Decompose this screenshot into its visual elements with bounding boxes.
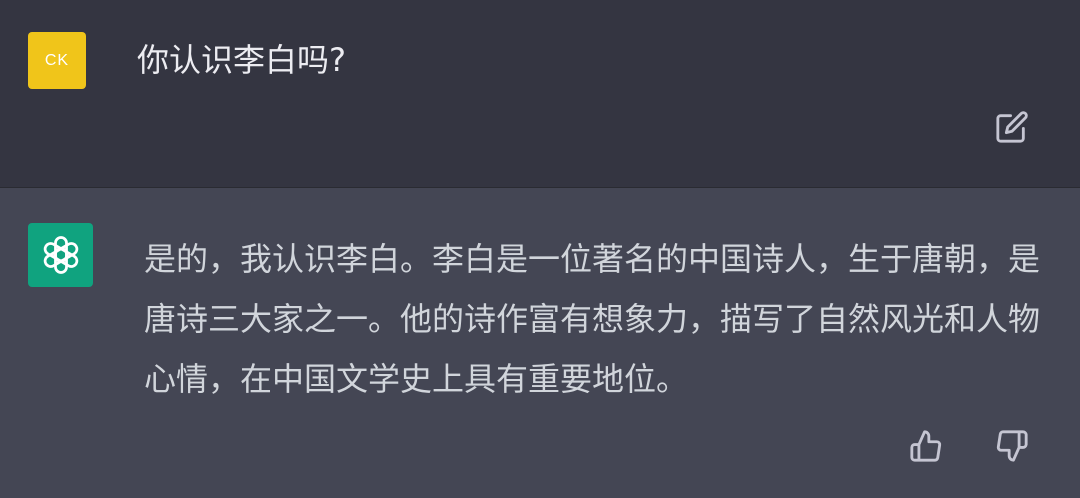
thumbs-down-button[interactable] (990, 424, 1034, 468)
user-message-text: 你认识李白吗? (137, 41, 346, 79)
thumbs-up-icon (910, 430, 942, 462)
assistant-avatar (28, 223, 93, 287)
openai-logo-icon (43, 236, 78, 274)
thumbs-down-icon (996, 430, 1028, 462)
thumbs-up-button[interactable] (904, 424, 948, 468)
assistant-message-text: 是的，我认识李白。李白是一位著名的中国诗人，生于唐朝，是唐诗三大家之一。他的诗作… (144, 240, 1041, 398)
edit-icon (996, 111, 1028, 143)
user-avatar: CK (28, 32, 86, 89)
user-message-row (0, 0, 1080, 187)
user-avatar-initials: CK (44, 51, 70, 69)
edit-button[interactable] (992, 107, 1032, 147)
